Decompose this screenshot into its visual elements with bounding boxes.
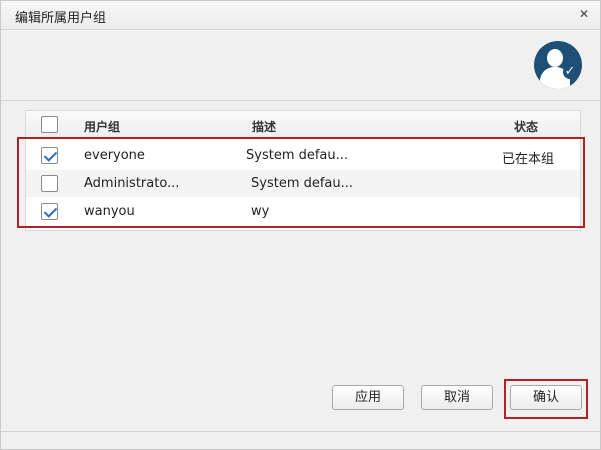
header-group: 用户组 <box>84 120 121 134</box>
table-row[interactable]: wanyou wy <box>26 198 580 225</box>
avatar-head <box>547 49 563 67</box>
cancel-button[interactable]: 取消 <box>421 385 493 410</box>
edit-user-group-dialog: 编辑所属用户组 ✕ ✓ 用户组 描述 状态 everyone System de… <box>0 0 601 450</box>
dialog-title: 编辑所属用户组 <box>15 11 107 26</box>
cell-description: System defau... <box>251 176 354 191</box>
cell-group: Administrato... <box>84 176 180 191</box>
select-all-checkbox[interactable] <box>41 116 58 133</box>
cell-description: wy <box>251 204 270 219</box>
cell-description: System defau... <box>246 148 349 163</box>
divider <box>1 100 600 101</box>
close-icon[interactable]: ✕ <box>576 6 592 22</box>
user-check-icon: ✓ <box>534 41 582 89</box>
cell-status: 已在本组 <box>502 152 555 167</box>
row-checkbox[interactable] <box>41 147 58 164</box>
title-bar: 编辑所属用户组 ✕ <box>1 1 600 30</box>
table-header: 用户组 描述 状态 <box>26 111 580 138</box>
apply-button[interactable]: 应用 <box>332 385 404 410</box>
header-description: 描述 <box>252 120 277 134</box>
check-badge-icon: ✓ <box>563 64 577 79</box>
header-status: 状态 <box>514 120 539 134</box>
row-checkbox[interactable] <box>41 175 58 192</box>
table-row[interactable]: everyone System defau... 已在本组 <box>26 142 580 169</box>
footer-divider <box>1 431 600 432</box>
table-row[interactable]: Administrato... System defau... <box>26 170 580 197</box>
cell-group: wanyou <box>84 204 135 219</box>
row-checkbox[interactable] <box>41 203 58 220</box>
user-group-table: 用户组 描述 状态 everyone System defau... 已在本组 … <box>25 110 581 231</box>
confirm-button[interactable]: 确认 <box>510 385 582 410</box>
cell-group: everyone <box>84 148 145 163</box>
